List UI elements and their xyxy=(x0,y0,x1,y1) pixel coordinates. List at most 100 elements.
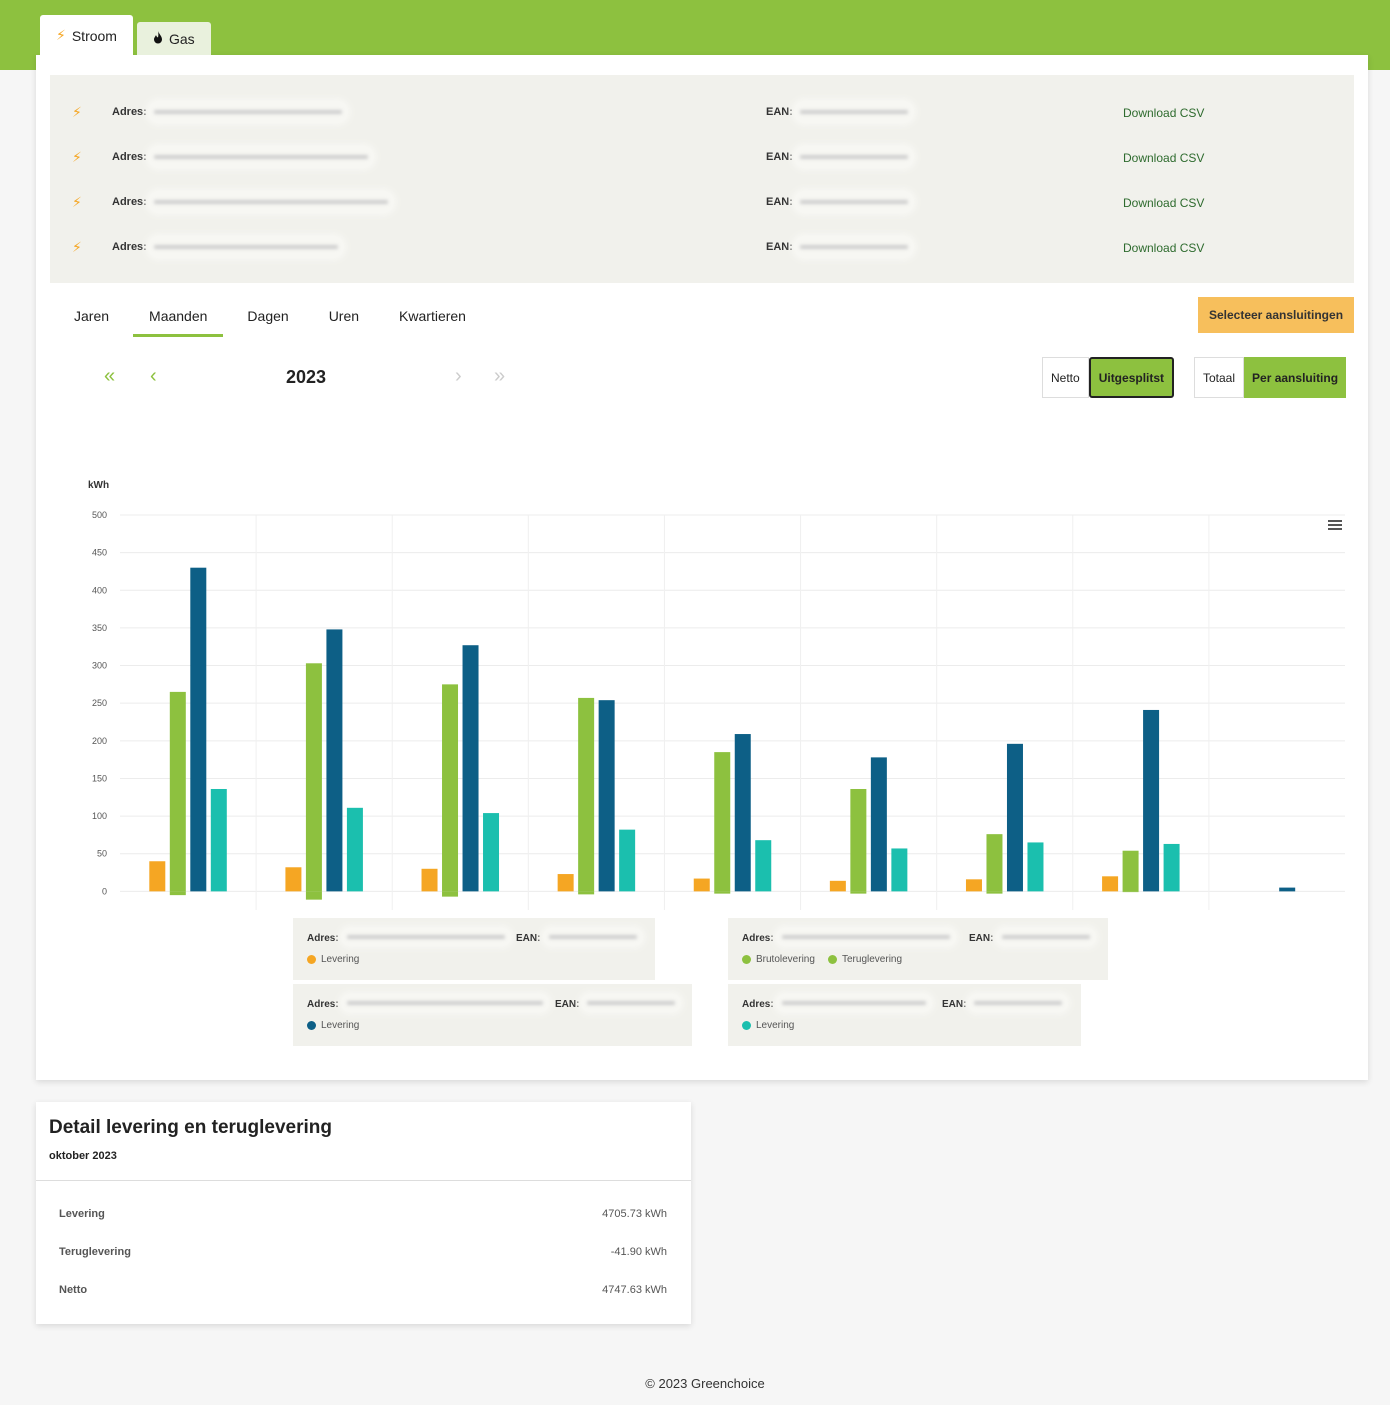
menu-line xyxy=(1328,528,1342,530)
download-csv-link[interactable]: Download CSV xyxy=(1123,196,1204,210)
uitgesplitst-button[interactable]: Uitgesplitst xyxy=(1088,357,1175,398)
double-chevron-left-icon[interactable]: « xyxy=(104,365,115,388)
legend-item[interactable]: Teruglevering xyxy=(828,954,902,965)
legend-ean-value xyxy=(996,928,1096,946)
address-value xyxy=(148,236,344,258)
detail-row-label: Levering xyxy=(59,1208,105,1220)
legend-box: Adres: EAN: Levering xyxy=(293,918,655,980)
legend-box: Adres: EAN: Levering xyxy=(293,984,692,1046)
detail-row-label: Netto xyxy=(59,1284,88,1296)
chart-bar xyxy=(829,880,846,892)
legend-item-label: Levering xyxy=(321,954,360,965)
footer: © 2023 Greenchoice xyxy=(645,1376,765,1391)
chart-bar xyxy=(483,813,500,892)
chart-bar xyxy=(1122,891,1139,893)
legend-item[interactable]: Levering xyxy=(307,954,359,965)
chart-bar xyxy=(305,663,322,892)
double-chevron-right-icon[interactable]: » xyxy=(494,365,505,388)
period-tab-kwartieren[interactable]: Kwartieren xyxy=(383,300,482,337)
tab-stroom[interactable]: ⚡ Stroom xyxy=(40,15,133,56)
legend-dot xyxy=(307,955,316,964)
chart-bar xyxy=(210,788,227,892)
period-tab-dagen[interactable]: Dagen xyxy=(231,300,304,337)
chart-bar xyxy=(346,807,363,892)
chart-bar xyxy=(190,567,207,892)
divider xyxy=(36,1180,691,1181)
chart-bar xyxy=(462,645,479,892)
chart-bar xyxy=(850,891,867,894)
chart-bar xyxy=(986,834,1003,892)
y-tick-label: 100 xyxy=(92,811,107,821)
chart-bar xyxy=(557,874,574,892)
address-value xyxy=(148,146,374,168)
tab-gas[interactable]: Gas xyxy=(136,22,211,55)
per-aansluiting-button[interactable]: Per aansluiting xyxy=(1244,357,1347,398)
chart-bar xyxy=(326,629,343,892)
y-tick-label: 450 xyxy=(92,548,107,558)
netto-button[interactable]: Netto xyxy=(1042,357,1089,398)
legend-item-label: Levering xyxy=(756,1020,795,1031)
bolt-icon: ⚡ xyxy=(72,104,82,120)
totaal-per-aansluiting-toggle: Totaal Per aansluiting xyxy=(1194,357,1347,398)
detail-row-value: 4705.73 kWh xyxy=(602,1208,667,1220)
detail-row-label: Teruglevering xyxy=(59,1246,131,1258)
legend-item[interactable]: Levering xyxy=(307,1020,359,1031)
legend-address-value xyxy=(341,994,549,1012)
y-tick-label: 0 xyxy=(102,886,107,896)
menu-line xyxy=(1328,524,1342,526)
legend-box: Adres: EAN: Brutolevering Teruglevering xyxy=(728,918,1108,980)
chart-bar xyxy=(421,868,438,892)
period-tab-jaren[interactable]: Jaren xyxy=(58,300,125,337)
ean-label: EAN: xyxy=(766,241,793,253)
period-tabs: Jaren Maanden Dagen Uren Kwartieren xyxy=(58,300,490,337)
download-csv-link[interactable]: Download CSV xyxy=(1123,241,1204,255)
y-tick-label: 400 xyxy=(92,585,107,595)
legend-address-label: Adres: xyxy=(742,999,774,1010)
chart-bar xyxy=(1122,850,1139,892)
chart-bar xyxy=(850,788,867,892)
chart-bar xyxy=(149,861,166,892)
chart-menu-icon[interactable] xyxy=(1328,520,1342,530)
ean-value xyxy=(794,236,914,258)
connections-panel: ⚡ Adres: EAN: Download CSV ⚡ Adres: EAN:… xyxy=(50,75,1354,283)
y-tick-label: 350 xyxy=(92,623,107,633)
period-tab-maanden[interactable]: Maanden xyxy=(133,300,224,337)
legend-item[interactable]: Levering xyxy=(742,1020,794,1031)
ean-label: EAN: xyxy=(766,106,793,118)
ean-value xyxy=(794,191,914,213)
legend-address-label: Adres: xyxy=(307,933,339,944)
detail-row-value: 4747.63 kWh xyxy=(602,1284,667,1296)
legend-item-label: Teruglevering xyxy=(842,954,903,965)
chart-bar xyxy=(965,879,982,892)
totaal-button[interactable]: Totaal xyxy=(1194,357,1245,398)
select-connections-button[interactable]: Selecteer aansluitingen xyxy=(1198,297,1354,333)
legend-item[interactable]: Brutolevering xyxy=(742,954,815,965)
detail-row-value: -41.90 kWh xyxy=(610,1246,667,1258)
period-tab-uren[interactable]: Uren xyxy=(313,300,375,337)
chevron-left-icon[interactable]: ‹ xyxy=(150,365,157,388)
address-value xyxy=(148,191,394,213)
chart-bar xyxy=(578,697,595,892)
chart-bar xyxy=(578,891,595,895)
chevron-right-icon[interactable]: › xyxy=(455,365,462,388)
chart-bar xyxy=(169,891,186,896)
legend-ean-label: EAN: xyxy=(969,933,994,944)
legend-item-label: Levering xyxy=(321,1020,360,1031)
chart-bar xyxy=(734,734,751,892)
main-card: ⚡ Adres: EAN: Download CSV ⚡ Adres: EAN:… xyxy=(36,55,1368,1080)
chart-bar xyxy=(1163,843,1180,892)
legend-dot xyxy=(307,1021,316,1030)
download-csv-link[interactable]: Download CSV xyxy=(1123,106,1204,120)
legend-ean-value xyxy=(968,994,1068,1012)
bolt-icon: ⚡ xyxy=(72,194,82,210)
address-value xyxy=(148,101,348,123)
connection-row: ⚡ Adres: EAN: Download CSV xyxy=(50,97,1354,127)
bolt-icon: ⚡ xyxy=(72,149,82,165)
chart-bar xyxy=(619,829,636,892)
chart-bar xyxy=(1102,876,1119,892)
chart-bar xyxy=(169,691,186,892)
chart-bar xyxy=(442,891,459,897)
legend-ean-label: EAN: xyxy=(555,999,580,1010)
legend-ean-label: EAN: xyxy=(516,933,541,944)
download-csv-link[interactable]: Download CSV xyxy=(1123,151,1204,165)
